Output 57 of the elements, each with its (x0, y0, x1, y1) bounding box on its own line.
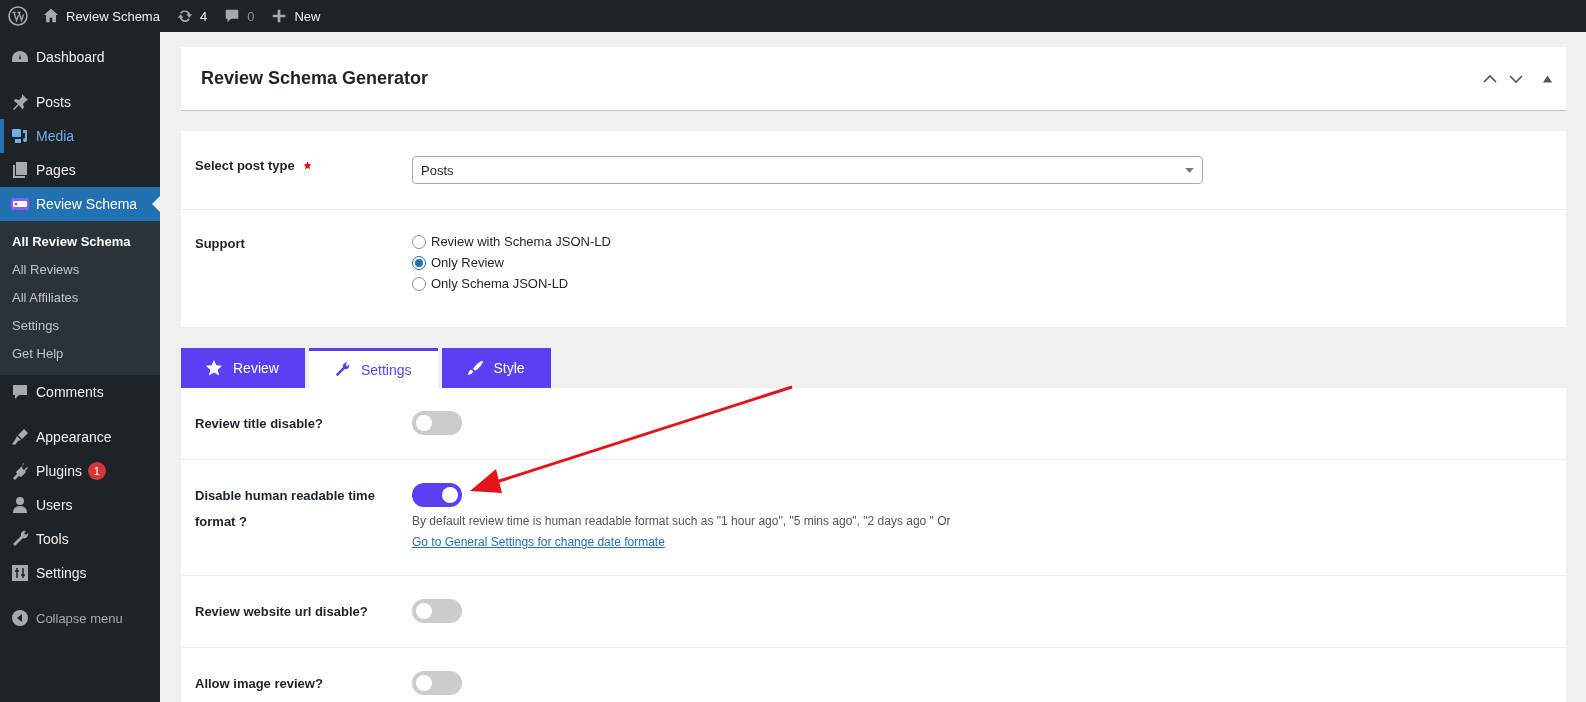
dropdown-caret-icon (1185, 167, 1194, 173)
wordpress-logo-icon[interactable] (8, 6, 28, 26)
field-label: Support (195, 236, 245, 251)
toggle-switch[interactable] (412, 599, 462, 623)
setting-label: Disable human readable time format ? (195, 487, 376, 531)
paintbrush-icon (465, 359, 484, 377)
new-link[interactable]: New (270, 7, 321, 25)
sidebar-menu-item[interactable]: Posts (0, 85, 160, 119)
submenu-item[interactable]: Settings (0, 312, 160, 340)
star-icon (205, 359, 223, 377)
home-icon (42, 7, 60, 25)
setting-label: Review website url disable? (195, 603, 369, 621)
updates-link[interactable]: 4 (175, 7, 208, 25)
site-name-link[interactable]: Review Schema (42, 7, 160, 25)
speech-bubble-icon (10, 382, 30, 402)
move-down-icon[interactable] (1509, 73, 1523, 84)
toggle-switch[interactable] (412, 411, 462, 435)
setting-label: Review title disable? (195, 415, 324, 433)
sidebar-menu-item[interactable]: Comments (0, 375, 160, 409)
sidebar-menu-item[interactable]: Media (0, 119, 160, 153)
sidebar-menu-item[interactable]: Settings (0, 556, 160, 590)
user-icon (10, 495, 30, 515)
sidebar-menu-item[interactable]: Tools (0, 522, 160, 556)
comments-link[interactable]: 0 (223, 7, 255, 25)
sliders-icon (10, 563, 30, 583)
radio-label: Review with Schema JSON-LD (431, 234, 611, 249)
toggle-switch[interactable] (412, 483, 462, 507)
general-settings-link[interactable]: Go to General Settings for change date formate (412, 535, 665, 549)
panel-title: Review Schema Generator (201, 68, 429, 89)
radio-label: Only Review (431, 255, 504, 270)
setting-description: By default review time is human readable format such as "1 hour ago", "5 mins ago", "2 days ago " Or Go to General Settings for change date formate (412, 513, 952, 551)
post-type-select[interactable]: Posts (412, 156, 1203, 184)
paintbrush-icon (10, 427, 30, 447)
radio-label: Only Schema JSON-LD (431, 276, 569, 291)
update-count-badge: 1 (87, 462, 106, 480)
sidebar-menu-item[interactable]: Review Schema (0, 187, 160, 221)
tab[interactable]: Settings (308, 348, 438, 388)
setting-label: Allow image review? (195, 675, 324, 693)
sidebar-menu-item[interactable]: Plugins 1 (0, 454, 160, 488)
sidebar-menu-item[interactable]: Pages (0, 153, 160, 187)
submenu-item[interactable]: All Affiliates (0, 284, 160, 312)
media-icon (10, 126, 30, 146)
tab[interactable]: Style (441, 348, 551, 388)
tab[interactable]: Review (181, 348, 305, 388)
sidebar-menu-item[interactable]: Appearance (0, 420, 160, 454)
submenu-item[interactable]: All Reviews (0, 256, 160, 284)
sidebar-menu-item[interactable]: Users (0, 488, 160, 522)
current-menu-pointer (152, 196, 160, 212)
submenu-item[interactable]: All Review Schema (0, 228, 160, 256)
sidebar-menu-item[interactable]: Dashboard (0, 40, 160, 74)
pages-icon (10, 160, 30, 180)
toggle-switch[interactable] (412, 671, 462, 695)
collapse-menu-button[interactable]: Collapse menu (0, 601, 160, 635)
field-label: Select post type (195, 157, 295, 173)
submenu-item[interactable]: Get Help (0, 340, 160, 368)
collapse-toggle-icon[interactable] (1543, 74, 1552, 83)
move-up-icon[interactable] (1483, 73, 1497, 84)
